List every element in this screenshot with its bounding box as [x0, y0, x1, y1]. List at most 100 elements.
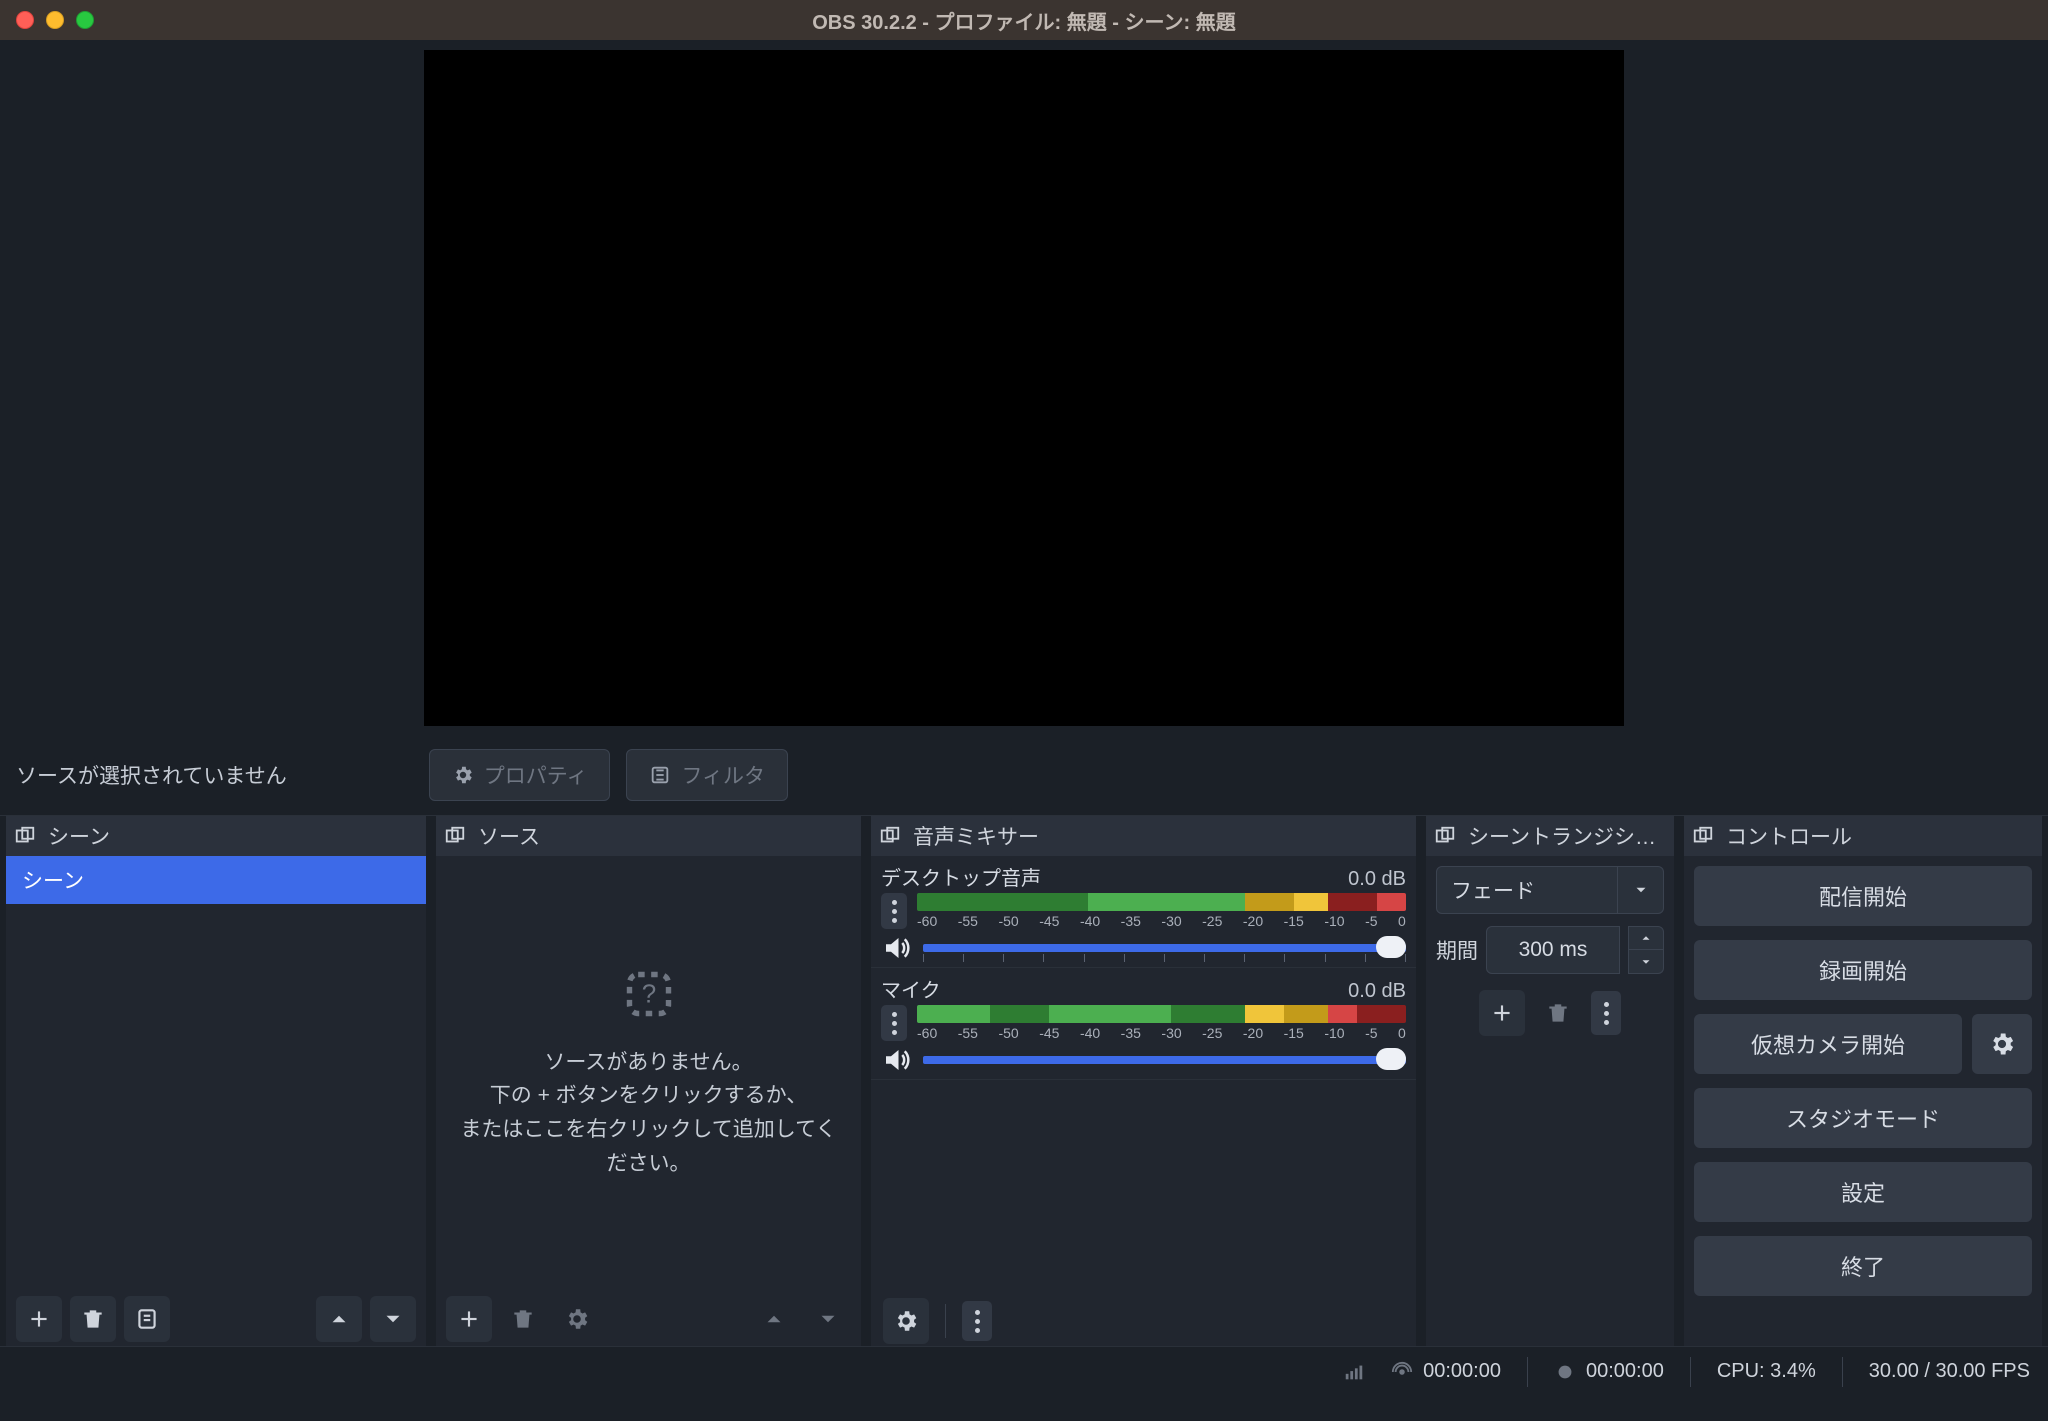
- add-transition-button[interactable]: [1479, 990, 1525, 1036]
- filter-list-icon: [134, 1306, 160, 1332]
- scenes-dock-header[interactable]: シーン: [6, 816, 426, 856]
- slider-knob[interactable]: [1376, 936, 1406, 958]
- mixer-channel-menu-button[interactable]: [881, 1005, 907, 1041]
- virtual-cam-settings-button[interactable]: [1972, 1014, 2032, 1074]
- source-toolbar: ソースが選択されていません プロパティ フィルタ: [0, 735, 2048, 815]
- help-icon: ?: [623, 968, 675, 1020]
- sources-dock-header[interactable]: ソース: [436, 816, 861, 856]
- audio-meter: [917, 1005, 1406, 1023]
- status-bar: 00:00:00 00:00:00 CPU: 3.4% 30.00 / 30.0…: [0, 1346, 2048, 1396]
- controls-title: コントロール: [1726, 821, 1852, 851]
- filters-label: フィルタ: [681, 760, 765, 790]
- mixer-channel-db: 0.0 dB: [1348, 868, 1406, 891]
- source-move-down-button[interactable]: [805, 1296, 851, 1342]
- settings-button[interactable]: 設定: [1694, 1162, 2032, 1222]
- start-virtual-cam-button[interactable]: 仮想カメラ開始: [1694, 1014, 1962, 1074]
- gear-icon: [452, 764, 474, 786]
- remove-transition-button[interactable]: [1535, 990, 1581, 1036]
- titlebar: OBS 30.2.2 - プロファイル: 無題 - シーン: 無題: [0, 0, 2048, 40]
- plus-icon: [456, 1306, 482, 1332]
- dock-icon: [444, 825, 466, 847]
- record-status: 00:00:00: [1554, 1360, 1664, 1383]
- stream-status: 00:00:00: [1391, 1360, 1501, 1383]
- sources-dock: ソース ? ソースがありません。 下の + ボタンをクリックするか、 またはここ…: [436, 816, 861, 1346]
- transitions-dock: シーントランジシ… フェード 期間 300 ms: [1426, 816, 1674, 1346]
- dock-icon: [1692, 825, 1714, 847]
- scene-move-down-button[interactable]: [370, 1296, 416, 1342]
- remove-source-button[interactable]: [500, 1296, 546, 1342]
- plus-icon: [26, 1306, 52, 1332]
- transitions-dock-header[interactable]: シーントランジシ…: [1426, 816, 1674, 856]
- start-streaming-button[interactable]: 配信開始: [1694, 866, 2032, 926]
- audio-meter: [917, 893, 1406, 911]
- empty-line: またはここを右クリックして追加してく: [460, 1113, 836, 1147]
- scene-move-up-button[interactable]: [316, 1296, 362, 1342]
- duration-label: 期間: [1436, 935, 1478, 965]
- empty-line: 下の + ボタンをクリックするか、: [490, 1079, 808, 1113]
- meter-ticks: -60-55-50-45-40-35-30-25-20-15-10-50: [917, 1025, 1406, 1041]
- slider-knob[interactable]: [1376, 1048, 1406, 1070]
- transition-menu-button[interactable]: [1591, 991, 1621, 1035]
- transition-select[interactable]: フェード: [1436, 866, 1664, 914]
- mixer-channel-menu-button[interactable]: [881, 893, 907, 929]
- caret-down-icon: [1632, 881, 1650, 899]
- chevron-down-icon: [380, 1306, 406, 1332]
- record-icon: [1554, 1361, 1576, 1383]
- transition-select-value: フェード: [1436, 866, 1618, 914]
- source-move-up-button[interactable]: [751, 1296, 797, 1342]
- duration-input[interactable]: 300 ms: [1486, 926, 1620, 974]
- audio-mixer-dock: 音声ミキサー デスクトップ音声 0.0 dB: [871, 816, 1416, 1346]
- mixer-settings-button[interactable]: [883, 1298, 929, 1344]
- fps-display: 30.00 / 30.00 FPS: [1869, 1360, 2030, 1383]
- chevron-down-icon: [815, 1306, 841, 1332]
- meter-ticks: -60-55-50-45-40-35-30-25-20-15-10-50: [917, 913, 1406, 929]
- dock-icon: [14, 825, 36, 847]
- mixer-channel-db: 0.0 dB: [1348, 980, 1406, 1003]
- chevron-down-icon: [1639, 955, 1653, 969]
- gear-icon: [893, 1308, 919, 1334]
- properties-button[interactable]: プロパティ: [429, 749, 611, 801]
- chevron-up-icon: [1639, 931, 1653, 945]
- filters-button[interactable]: フィルタ: [626, 749, 788, 801]
- remove-scene-button[interactable]: [70, 1296, 116, 1342]
- mixer-channel-desktop: デスクトップ音声 0.0 dB -60-55-50-45-40-35-30-25…: [871, 856, 1416, 968]
- trash-icon: [1545, 1000, 1571, 1026]
- trash-icon: [80, 1306, 106, 1332]
- svg-text:?: ?: [641, 978, 655, 1008]
- stream-time: 00:00:00: [1423, 1360, 1501, 1383]
- start-recording-button[interactable]: 録画開始: [1694, 940, 2032, 1000]
- exit-button[interactable]: 終了: [1694, 1236, 2032, 1296]
- duration-step-down[interactable]: [1628, 950, 1664, 974]
- mixer-title: 音声ミキサー: [913, 821, 1039, 851]
- empty-line: ソースがありません。: [544, 1046, 752, 1080]
- transition-select-caret[interactable]: [1618, 866, 1664, 914]
- volume-slider[interactable]: [923, 1056, 1406, 1064]
- scene-filter-button[interactable]: [124, 1296, 170, 1342]
- record-time: 00:00:00: [1586, 1360, 1664, 1383]
- duration-step-up[interactable]: [1628, 926, 1664, 950]
- preview-canvas[interactable]: [424, 50, 1624, 726]
- scene-item[interactable]: シーン: [6, 856, 426, 904]
- signal-icon: [1343, 1361, 1365, 1383]
- volume-slider[interactable]: [923, 944, 1406, 952]
- source-properties-button[interactable]: [554, 1296, 600, 1342]
- speaker-icon[interactable]: [881, 933, 911, 963]
- add-scene-button[interactable]: [16, 1296, 62, 1342]
- preview-area: [0, 40, 2048, 735]
- scenes-list[interactable]: シーン: [6, 856, 426, 1292]
- window-title: OBS 30.2.2 - プロファイル: 無題 - シーン: 無題: [0, 6, 2048, 35]
- scenes-title: シーン: [48, 821, 110, 851]
- speaker-icon[interactable]: [881, 1045, 911, 1075]
- mixer-menu-button[interactable]: [962, 1301, 992, 1341]
- source-selection-status: ソースが選択されていません: [16, 760, 287, 790]
- transitions-title: シーントランジシ…: [1468, 821, 1656, 851]
- add-source-button[interactable]: [446, 1296, 492, 1342]
- dock-icon: [1434, 825, 1456, 847]
- controls-dock-header[interactable]: コントロール: [1684, 816, 2042, 856]
- studio-mode-button[interactable]: スタジオモード: [1694, 1088, 2032, 1148]
- sources-empty-state[interactable]: ? ソースがありません。 下の + ボタンをクリックするか、 またはここを右クリ…: [436, 856, 861, 1292]
- network-indicator: [1343, 1361, 1365, 1383]
- mixer-dock-header[interactable]: 音声ミキサー: [871, 816, 1416, 856]
- sources-title: ソース: [478, 821, 540, 851]
- empty-line: ださい。: [607, 1147, 691, 1181]
